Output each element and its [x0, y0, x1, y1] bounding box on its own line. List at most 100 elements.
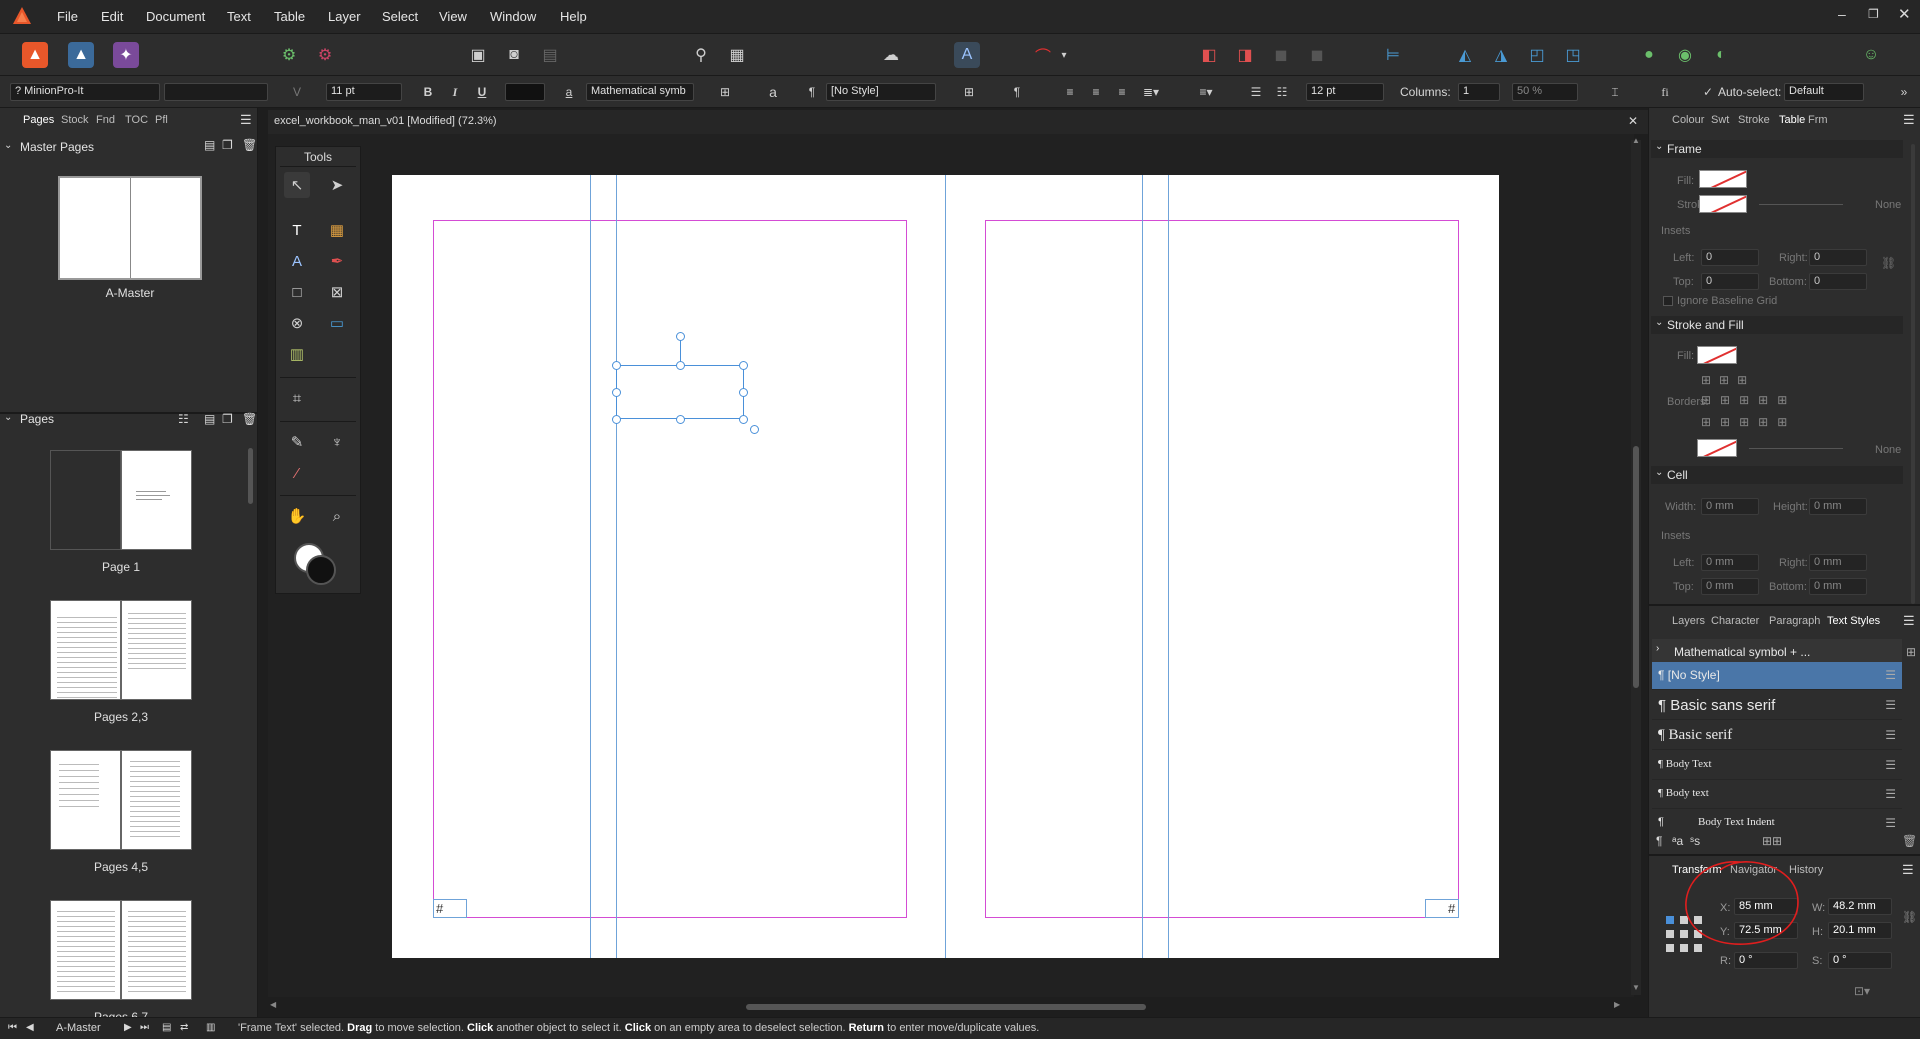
para-style-options-icon[interactable]: ⊞: [958, 83, 980, 101]
cell-width-field[interactable]: 0 mm: [1701, 498, 1759, 515]
ellipse-frame-tool-icon[interactable]: ⊗: [284, 310, 310, 336]
current-page-label[interactable]: A-Master: [56, 1022, 101, 1034]
add-master-icon[interactable]: ▤: [204, 138, 215, 152]
add-page-icon[interactable]: ▤: [204, 412, 215, 426]
view-mode-preview-icon[interactable]: ▤: [537, 42, 563, 68]
tab-find[interactable]: Fnd: [96, 114, 115, 126]
view-mode-normal-icon[interactable]: ▣: [465, 42, 491, 68]
column-gap-field[interactable]: 50 %: [1512, 83, 1578, 101]
bullets-icon[interactable]: ☰: [1246, 83, 1266, 101]
cell-top-field[interactable]: 0 mm: [1701, 578, 1759, 595]
tab-stroke[interactable]: Stroke: [1738, 114, 1770, 126]
frame-fit-icon[interactable]: ⌶: [1604, 83, 1626, 101]
flip-horizontal-icon[interactable]: ◭: [1452, 42, 1478, 68]
page-thumbnail[interactable]: [50, 900, 192, 1000]
flip-vertical-icon[interactable]: ◮: [1488, 42, 1514, 68]
page-thumbnail[interactable]: [50, 450, 192, 550]
page-options-icon[interactable]: ▤: [162, 1022, 171, 1033]
column-guide[interactable]: [590, 175, 591, 958]
rotate-right-icon[interactable]: ◳: [1560, 42, 1586, 68]
table-fill-tool-icon[interactable]: ▥: [284, 341, 310, 367]
bold-button[interactable]: B: [418, 83, 438, 101]
ignore-baseline-checkbox[interactable]: [1663, 296, 1673, 306]
new-char-style-icon[interactable]: ᵃa: [1672, 834, 1683, 848]
boolean-intersect-icon[interactable]: ◐: [1708, 42, 1734, 68]
delete-master-icon[interactable]: 🗑: [242, 138, 257, 152]
resize-handle[interactable]: [612, 415, 621, 424]
leading-field[interactable]: 12 pt: [1306, 83, 1384, 101]
resize-handle[interactable]: [739, 415, 748, 424]
table-tool-icon[interactable]: ▦: [324, 217, 350, 243]
cell-height-field[interactable]: 0 mm: [1809, 498, 1867, 515]
delete-page-icon[interactable]: 🗑: [242, 412, 257, 426]
autoselect-checkbox[interactable]: ✓: [1702, 83, 1714, 101]
tab-paragraph[interactable]: Paragraph: [1769, 615, 1820, 627]
text-frame-options-icon[interactable]: A: [954, 42, 980, 68]
restore-icon[interactable]: ❐: [1868, 7, 1879, 21]
stroke-fill-chevron-icon[interactable]: ⌄: [1655, 317, 1663, 328]
close-window-icon[interactable]: ✕: [1898, 5, 1911, 23]
char-style-options-icon[interactable]: ⊞: [714, 83, 736, 101]
color-picker-tool-icon[interactable]: ⁄: [284, 460, 310, 486]
cell-right-field[interactable]: 0 mm: [1809, 554, 1867, 571]
duplicate-page-icon[interactable]: ❐: [222, 412, 233, 426]
arrange-back-icon[interactable]: ◧: [1196, 42, 1222, 68]
tab-text-styles[interactable]: Text Styles: [1827, 615, 1880, 627]
tab-frame[interactable]: Frm: [1808, 114, 1828, 126]
menu-view[interactable]: View: [439, 9, 467, 24]
lowercase-a-icon[interactable]: a: [762, 83, 784, 101]
tab-swatches[interactable]: Swt: [1711, 114, 1729, 126]
resize-handle[interactable]: [739, 388, 748, 397]
style-row[interactable]: ¶ Body text ☰: [1652, 781, 1902, 809]
menu-edit[interactable]: Edit: [101, 9, 123, 24]
zoom-tool-icon[interactable]: ⌕: [324, 503, 350, 529]
transform-options-icon[interactable]: ⊡▾: [1854, 984, 1870, 998]
character-style-field[interactable]: Mathematical symb: [586, 83, 694, 101]
style-row[interactable]: ¶ Basic serif ☰: [1652, 722, 1902, 750]
delete-style-icon[interactable]: 🗑: [1902, 834, 1917, 848]
tab-pages[interactable]: Pages: [23, 114, 54, 126]
panel-menu-icon[interactable]: ☰: [1902, 862, 1914, 878]
cell-chevron-icon[interactable]: ⌄: [1655, 467, 1663, 478]
transparency-tool-icon[interactable]: ♆: [324, 429, 350, 455]
menu-table[interactable]: Table: [274, 9, 305, 24]
scroll-down-icon[interactable]: ▼: [1632, 983, 1640, 992]
hand-tool-icon[interactable]: ✋: [284, 503, 310, 529]
border-colour-swatch[interactable]: [1697, 439, 1737, 457]
first-page-icon[interactable]: ⏮: [8, 1022, 17, 1033]
notes-icon[interactable]: ▥: [206, 1022, 215, 1033]
style-row[interactable]: ¶ Body Text Indent ☰: [1652, 810, 1902, 834]
master-thumbnail[interactable]: [58, 176, 202, 280]
new-group-style-icon[interactable]: ˢs: [1690, 834, 1700, 848]
scroll-left-icon[interactable]: ◀: [270, 1000, 276, 1009]
autoselect-field[interactable]: Default: [1784, 83, 1864, 101]
arrange-top-icon[interactable]: ◼: [1304, 42, 1330, 68]
text-colour-swatch[interactable]: [505, 83, 545, 101]
document-tab-title[interactable]: excel_workbook_man_v01 [Modified] (72.3%…: [274, 115, 497, 127]
transform-s-field[interactable]: 0 °: [1828, 952, 1892, 969]
node-tool-icon[interactable]: ➤: [324, 172, 350, 198]
minimize-icon[interactable]: –: [1838, 6, 1846, 22]
pages-chevron-icon[interactable]: ⌄: [4, 412, 12, 423]
align-left-icon[interactable]: ≡: [1060, 83, 1080, 101]
cell-pattern-icons[interactable]: ⊞⊞⊞: [1701, 373, 1761, 387]
preflight-icon[interactable]: ⚙: [276, 42, 302, 68]
scroll-right-icon[interactable]: ▶: [1614, 1000, 1620, 1009]
align-icon[interactable]: ⊨: [1380, 42, 1406, 68]
duplicate-master-icon[interactable]: ❐: [222, 138, 233, 152]
frame-top-field[interactable]: 0: [1701, 273, 1759, 290]
last-page-icon[interactable]: ⏭: [140, 1022, 149, 1033]
tab-table[interactable]: Table: [1779, 114, 1805, 126]
panel-menu-icon[interactable]: ☰: [1903, 613, 1915, 629]
column-guide[interactable]: [616, 175, 617, 958]
tab-layers[interactable]: Layers: [1672, 615, 1705, 627]
menu-layer[interactable]: Layer: [328, 9, 361, 24]
page-spread[interactable]: # #: [392, 175, 1499, 958]
right-panel-scrollbar[interactable]: [1911, 144, 1915, 604]
frame-bottom-field[interactable]: 0: [1809, 273, 1867, 290]
style-menu-icon[interactable]: ☰: [1885, 728, 1896, 742]
numbering-icon[interactable]: ☷: [1272, 83, 1292, 101]
tab-toc[interactable]: TOC: [125, 114, 148, 126]
column-guide[interactable]: [1168, 175, 1169, 958]
rectangle-tool-icon[interactable]: □: [284, 279, 310, 305]
